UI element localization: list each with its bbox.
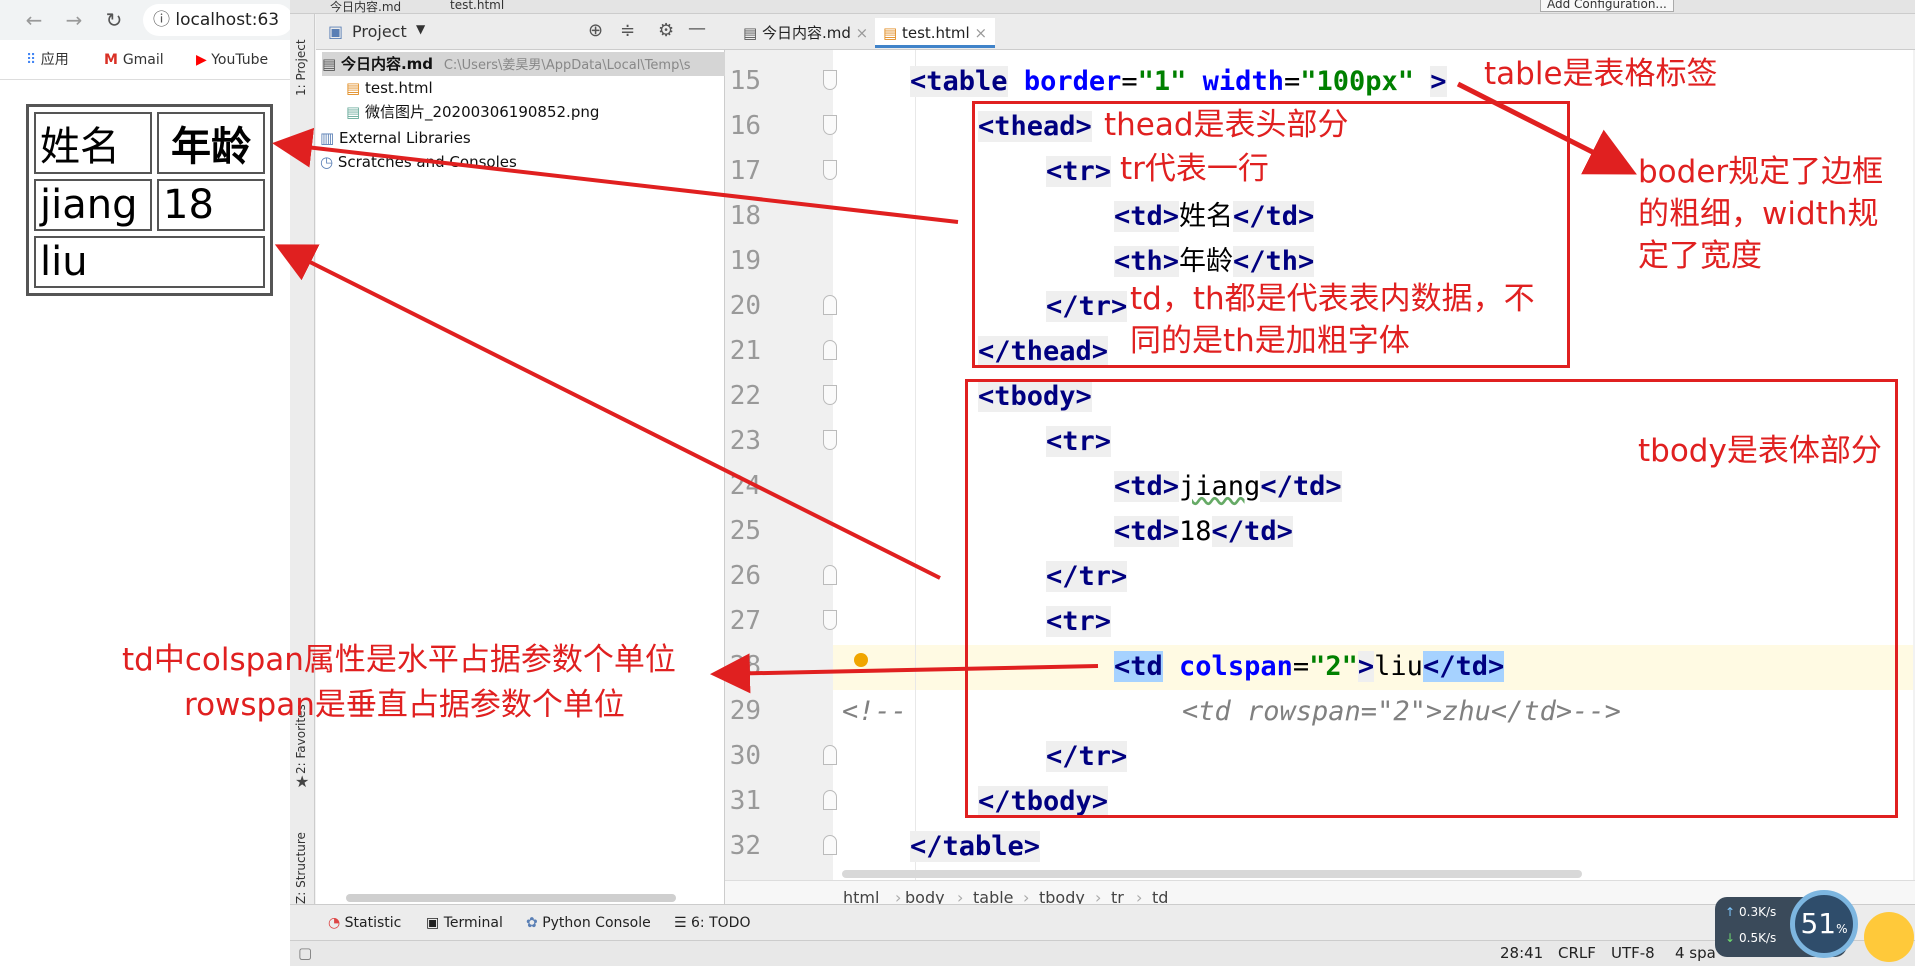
arrow-border [1456, 81, 1637, 175]
arrow-tbody [274, 244, 941, 580]
annotation-arrows [272, 81, 1637, 694]
arrow-thead [272, 127, 959, 224]
arrow-colspan [710, 653, 1099, 694]
